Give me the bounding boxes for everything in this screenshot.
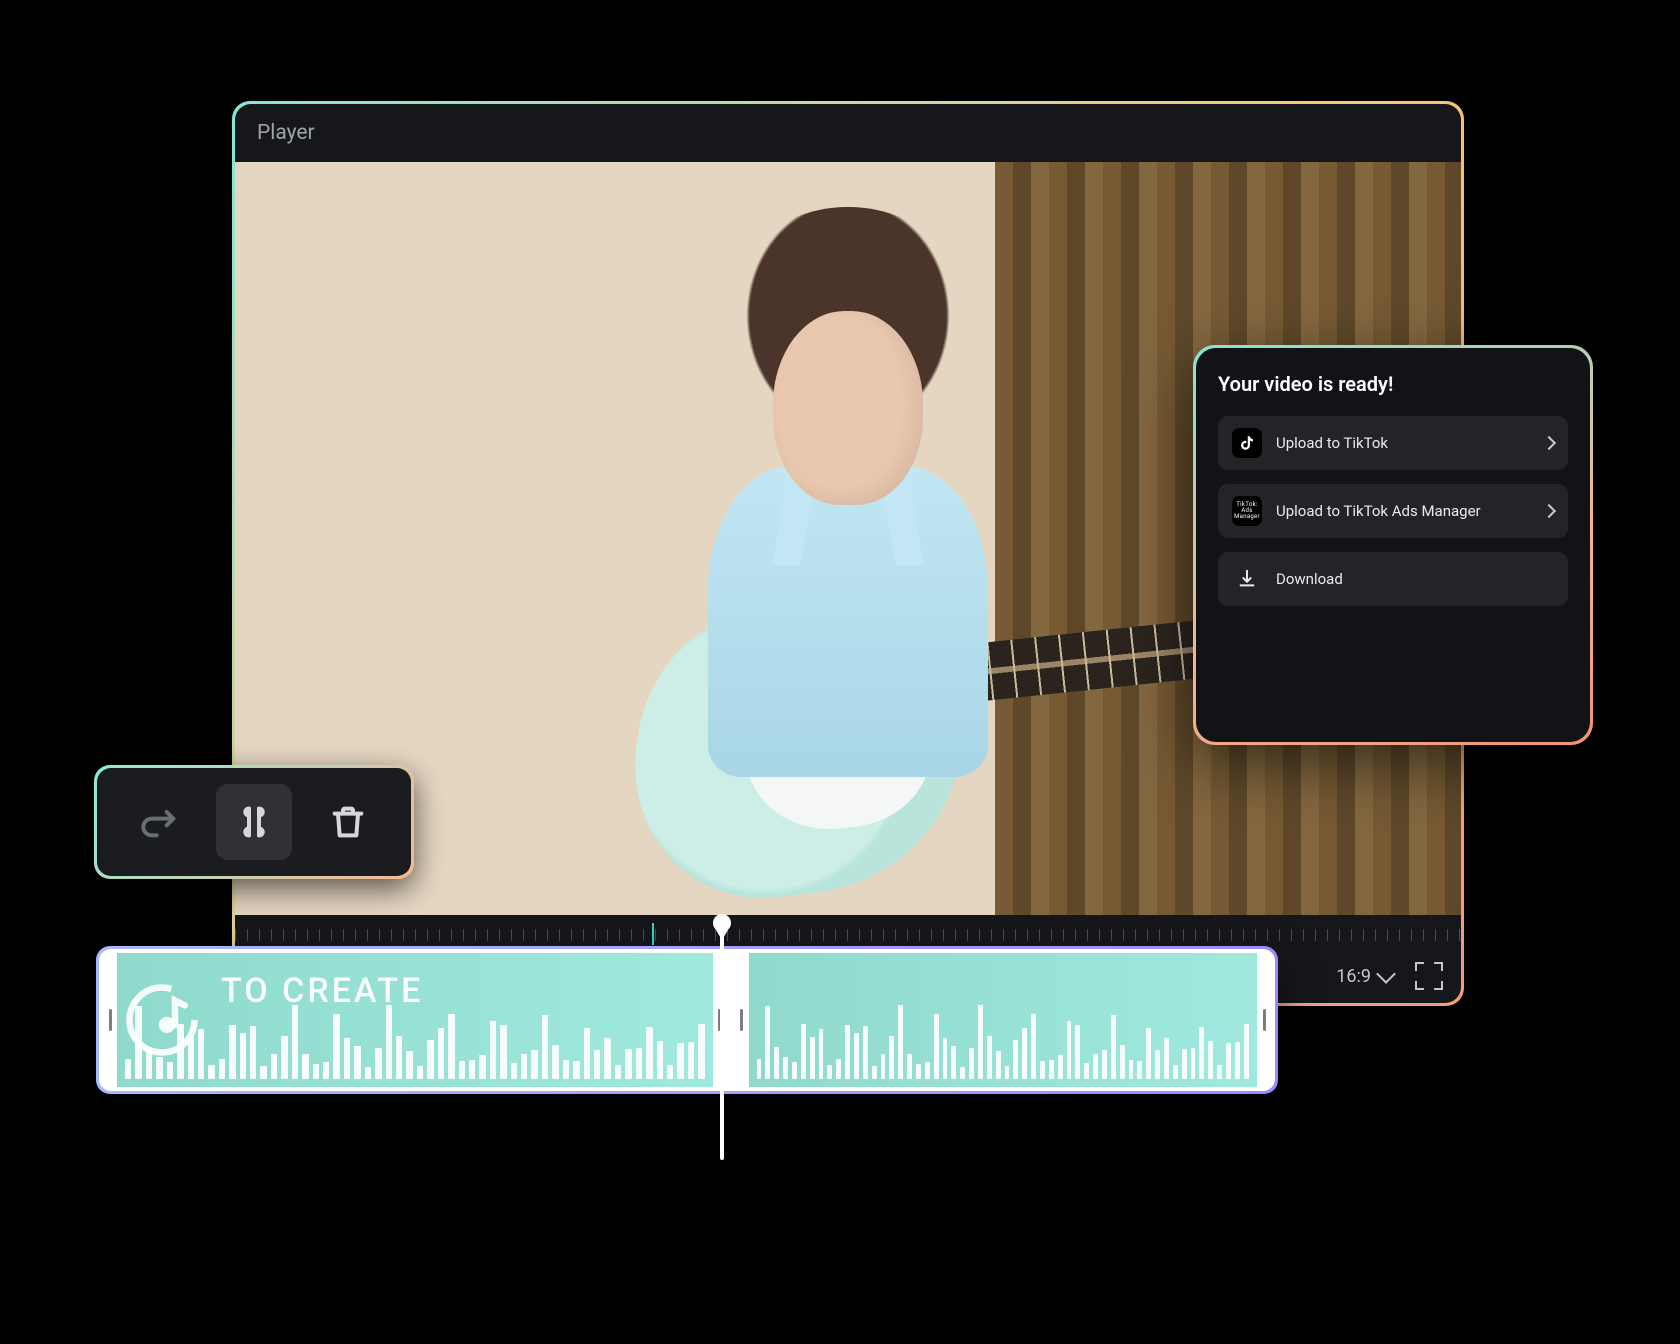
redo-button[interactable] (122, 784, 198, 860)
timeline-ruler[interactable] (235, 915, 1461, 949)
tiktok-ads-icon: TikTok: Ads Manager (1232, 496, 1262, 526)
upload-ads-manager-label: Upload to TikTok Ads Manager (1276, 502, 1530, 520)
delete-button[interactable] (310, 784, 386, 860)
waveform (125, 1001, 705, 1079)
clip-handle-left[interactable] (103, 953, 117, 1087)
aspect-ratio-value: 16:9 (1336, 966, 1371, 987)
aspect-ratio-selector[interactable]: 16:9 (1336, 966, 1393, 987)
upload-tiktok-button[interactable]: Upload to TikTok (1218, 416, 1568, 470)
player-header: Player (235, 104, 1461, 162)
clip-handle-right[interactable] (1257, 953, 1271, 1087)
timeline-current-tick (652, 923, 654, 945)
player-title: Player (257, 121, 315, 145)
download-button[interactable]: Download (1218, 552, 1568, 606)
chevron-right-icon (1542, 436, 1556, 450)
edit-toolbar (94, 765, 414, 879)
clip-handle-right[interactable] (713, 953, 727, 1087)
fullscreen-button[interactable] (1415, 962, 1443, 990)
clip-handle-left[interactable] (735, 953, 749, 1087)
chevron-down-icon (1376, 964, 1396, 984)
split-icon (234, 802, 274, 842)
upload-tiktok-label: Upload to TikTok (1276, 434, 1530, 452)
upload-ads-manager-button[interactable]: TikTok: Ads Manager Upload to TikTok Ads… (1218, 484, 1568, 538)
audio-clip-2[interactable] (735, 953, 1271, 1087)
audio-clip-1[interactable]: TO CREATE (103, 953, 727, 1087)
tiktok-icon (1232, 428, 1262, 458)
export-modal-title: Your video is ready! (1218, 372, 1568, 396)
video-frame-subject (615, 207, 1081, 855)
redo-icon (140, 802, 180, 842)
chevron-right-icon (1542, 504, 1556, 518)
audio-track-container: TO CREATE (96, 946, 1278, 1094)
download-label: Download (1276, 570, 1554, 588)
export-modal: Your video is ready! Upload to TikTok Ti… (1193, 345, 1593, 745)
waveform (757, 1001, 1249, 1079)
split-button[interactable] (216, 784, 292, 860)
trash-icon (328, 802, 368, 842)
subject-face (773, 311, 922, 505)
download-icon (1232, 564, 1262, 594)
